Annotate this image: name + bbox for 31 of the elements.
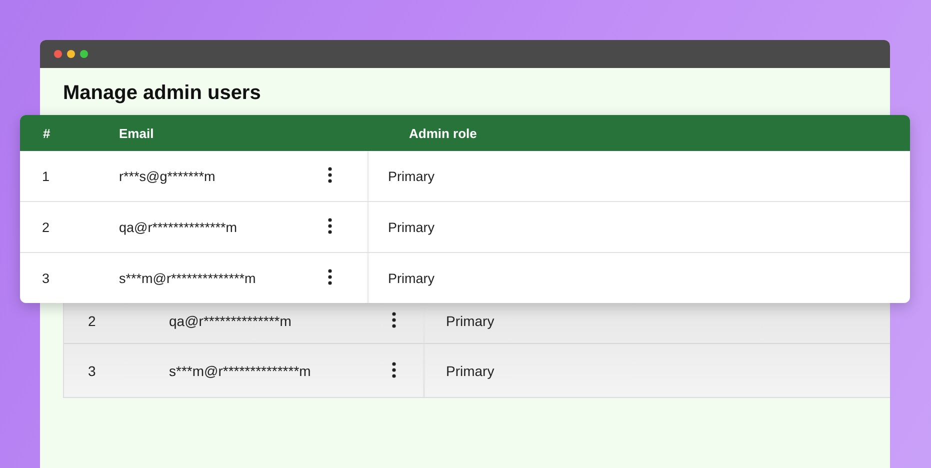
email-cell-text: qa@r**************m (169, 313, 292, 329)
close-icon[interactable] (54, 50, 62, 58)
row-number: 3 (87, 362, 97, 378)
email-cell-text: s***m@r**************m (169, 362, 312, 378)
role-cell: Primary (367, 253, 910, 303)
row-menu-button[interactable] (327, 269, 333, 287)
row-menu-button[interactable] (327, 218, 333, 236)
row-number: 1 (41, 168, 51, 184)
row-menu-button[interactable] (391, 362, 397, 380)
role-cell: Primary (367, 151, 910, 201)
more-vertical-icon (328, 269, 332, 285)
more-vertical-icon (328, 167, 332, 183)
column-header: Admin role (408, 126, 477, 140)
more-vertical-icon (392, 312, 396, 328)
maximize-icon[interactable] (80, 50, 88, 58)
role-cell: Primary (423, 344, 890, 397)
column-header: Email (119, 126, 154, 140)
more-vertical-icon (392, 362, 396, 378)
row-number: 3 (41, 270, 51, 286)
role-cell: Primary (367, 202, 910, 252)
row-menu-button[interactable] (391, 312, 397, 330)
row-number: 2 (87, 313, 97, 329)
email-cell-text: qa@r**************m (119, 220, 238, 234)
page-title: Manage admin users (63, 82, 261, 105)
minimize-icon[interactable] (67, 50, 75, 58)
email-cell-text: r***s@g*******m (119, 168, 216, 184)
email-cell-text: s***m@r**************m (119, 270, 257, 286)
row-menu-button[interactable] (327, 167, 333, 185)
row-number: 2 (41, 220, 51, 234)
more-vertical-icon (328, 218, 332, 234)
column-header: # (42, 126, 50, 140)
